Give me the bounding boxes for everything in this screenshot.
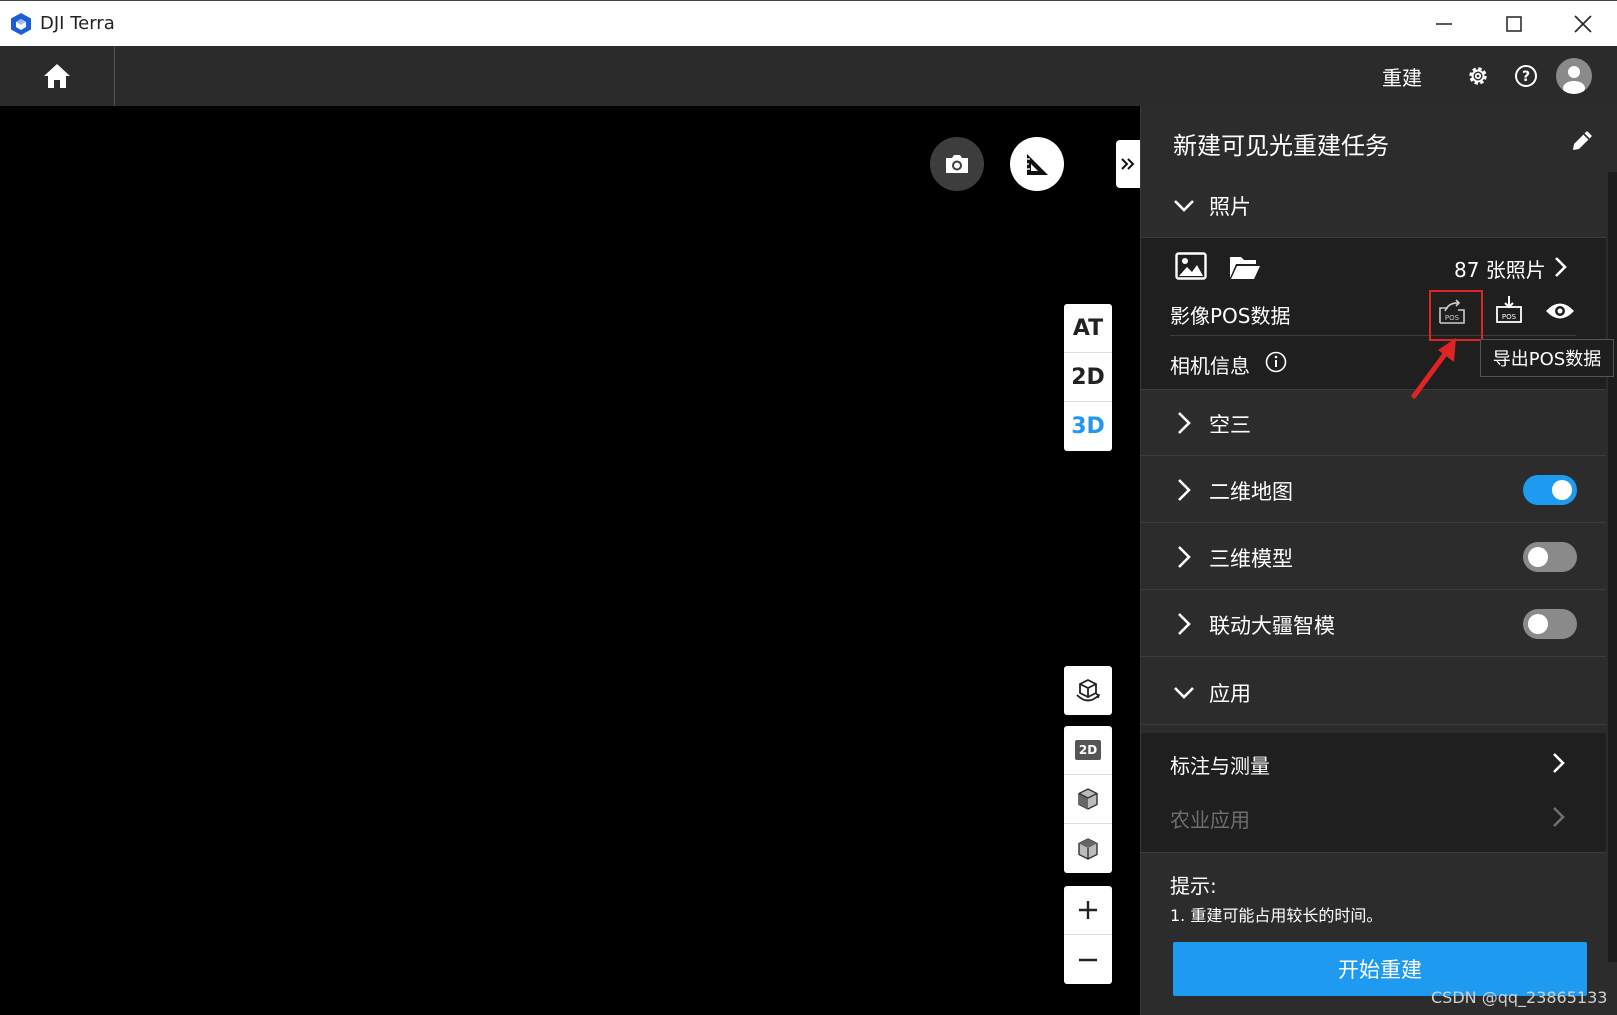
info-icon[interactable] — [1265, 351, 1287, 373]
panel-scrollbar[interactable] — [1608, 172, 1617, 962]
minimize-button[interactable] — [1410, 1, 1478, 47]
row-divider — [1170, 335, 1576, 336]
map-2d-section[interactable]: 二维地图 — [1141, 457, 1606, 523]
close-icon — [1574, 15, 1592, 33]
map-2d-toggle[interactable] — [1523, 475, 1577, 505]
user-avatar[interactable] — [1556, 58, 1592, 94]
applications-list: 标注与测量 农业应用 — [1141, 733, 1606, 853]
minimize-icon — [1436, 23, 1452, 25]
rotate-view-button[interactable] — [1064, 666, 1112, 715]
map-2d-label: 二维地图 — [1209, 480, 1293, 504]
rotate-view-box — [1064, 666, 1112, 715]
export-pos-icon[interactable]: POS — [1494, 294, 1524, 324]
side-view-button[interactable] — [1064, 775, 1112, 824]
app-item-annotation[interactable]: 标注与测量 — [1141, 733, 1606, 789]
app-item-label: 农业应用 — [1170, 808, 1250, 832]
add-image-icon[interactable] — [1175, 252, 1207, 280]
top-2d-view-button[interactable]: 2D — [1064, 726, 1112, 775]
mode-at-button[interactable]: AT — [1064, 304, 1112, 353]
mode-2d-button[interactable]: 2D — [1064, 353, 1112, 402]
watermark: CSDN @qq_23865133 — [1431, 988, 1608, 1007]
hint-title: 提示: — [1170, 874, 1217, 898]
settings-button[interactable] — [1462, 60, 1494, 92]
chevron-right-icon — [1178, 546, 1191, 568]
photos-section-header[interactable]: 照片 — [1141, 172, 1606, 238]
applications-section-header[interactable]: 应用 — [1141, 659, 1606, 725]
toggle-knob — [1552, 480, 1572, 500]
toggle-knob — [1528, 547, 1548, 567]
aerotriangulation-label: 空三 — [1209, 413, 1251, 437]
gear-icon — [1469, 67, 1487, 85]
pos-data-label: 影像POS数据 — [1170, 304, 1291, 328]
minus-icon — [1079, 958, 1097, 961]
hint-text: 1. 重建可能占用较长的时间。 — [1170, 906, 1383, 925]
window-titlebar: DJI Terra — [0, 0, 1617, 46]
rebuild-menu-link[interactable]: 重建 — [1382, 62, 1422, 91]
app-toolbar: 重建 ? — [0, 46, 1617, 106]
pos-highlight-box — [1429, 290, 1483, 341]
chevron-right-icon[interactable] — [1553, 256, 1567, 278]
photo-count[interactable]: 87 张照片 — [1454, 254, 1546, 283]
rotate-cube-icon — [1076, 678, 1101, 701]
svg-text:?: ? — [1522, 69, 1530, 85]
zoom-box — [1064, 886, 1112, 984]
chevron-right-icon — [1178, 412, 1191, 434]
zoom-out-button[interactable] — [1064, 935, 1112, 984]
eye-icon[interactable] — [1545, 300, 1575, 322]
maximize-button[interactable] — [1480, 1, 1548, 47]
chevron-right-icon — [1178, 613, 1191, 635]
dji-terra-logo-icon — [11, 13, 31, 35]
oblique-view-button[interactable] — [1064, 824, 1112, 873]
dji-modify-section[interactable]: 联动大疆智模 — [1141, 591, 1606, 657]
screenshot-button[interactable] — [930, 137, 984, 191]
help-button[interactable]: ? — [1510, 60, 1542, 92]
home-icon — [44, 64, 70, 88]
photos-section-label: 照片 — [1209, 195, 1251, 219]
task-panel: 新建可见光重建任务 照片 87 张照片 影像POS数据 POS POS 相机信息… — [1140, 106, 1617, 1015]
home-button[interactable] — [0, 46, 115, 106]
applications-label: 应用 — [1209, 682, 1251, 706]
chevron-right-icon — [1178, 479, 1191, 501]
cube-side-icon — [1078, 788, 1098, 810]
close-button[interactable] — [1549, 1, 1617, 47]
plus-icon — [1079, 901, 1097, 919]
pencil-icon[interactable] — [1569, 128, 1595, 154]
app-item-agriculture: 农业应用 — [1141, 789, 1606, 845]
cube-top-icon — [1078, 837, 1098, 860]
folder-icon[interactable] — [1229, 254, 1261, 280]
help-icon: ? — [1515, 65, 1537, 87]
user-icon — [1563, 66, 1585, 94]
map-viewport[interactable] — [0, 106, 1140, 1015]
measure-tool-button[interactable] — [1010, 137, 1064, 191]
chevron-down-icon — [1174, 687, 1194, 699]
panel-title: 新建可见光重建任务 — [1173, 132, 1389, 160]
ruler-triangle-icon — [1027, 154, 1048, 175]
view-2d-badge: 2D — [1074, 740, 1102, 760]
window-title: DJI Terra — [40, 13, 115, 34]
toggle-knob — [1528, 614, 1548, 634]
chevron-down-icon — [1174, 200, 1194, 212]
double-chevron-right-icon — [1121, 158, 1135, 170]
dji-modify-toggle[interactable] — [1523, 609, 1577, 639]
app-item-label: 标注与测量 — [1170, 754, 1270, 778]
model-3d-section[interactable]: 三维模型 — [1141, 524, 1606, 590]
maximize-icon — [1506, 16, 1522, 32]
camera-info-label: 相机信息 — [1170, 354, 1250, 378]
export-pos-tooltip: 导出POS数据 — [1480, 339, 1614, 377]
svg-text:POS: POS — [1502, 313, 1517, 321]
mode-3d-button[interactable]: 3D — [1064, 402, 1112, 451]
camera-icon — [946, 155, 968, 173]
view-angle-box: 2D — [1064, 726, 1112, 873]
dji-modify-label: 联动大疆智模 — [1209, 614, 1335, 638]
model-3d-toggle[interactable] — [1523, 542, 1577, 572]
chevron-right-icon — [1553, 807, 1565, 827]
collapse-panel-button[interactable] — [1116, 140, 1140, 188]
chevron-right-icon — [1553, 753, 1565, 773]
red-arrow-annotation — [1411, 338, 1456, 399]
view-mode-switcher: AT 2D 3D — [1064, 304, 1112, 451]
zoom-in-button[interactable] — [1064, 886, 1112, 935]
aerotriangulation-section[interactable]: 空三 — [1141, 390, 1606, 456]
model-3d-label: 三维模型 — [1209, 547, 1293, 571]
